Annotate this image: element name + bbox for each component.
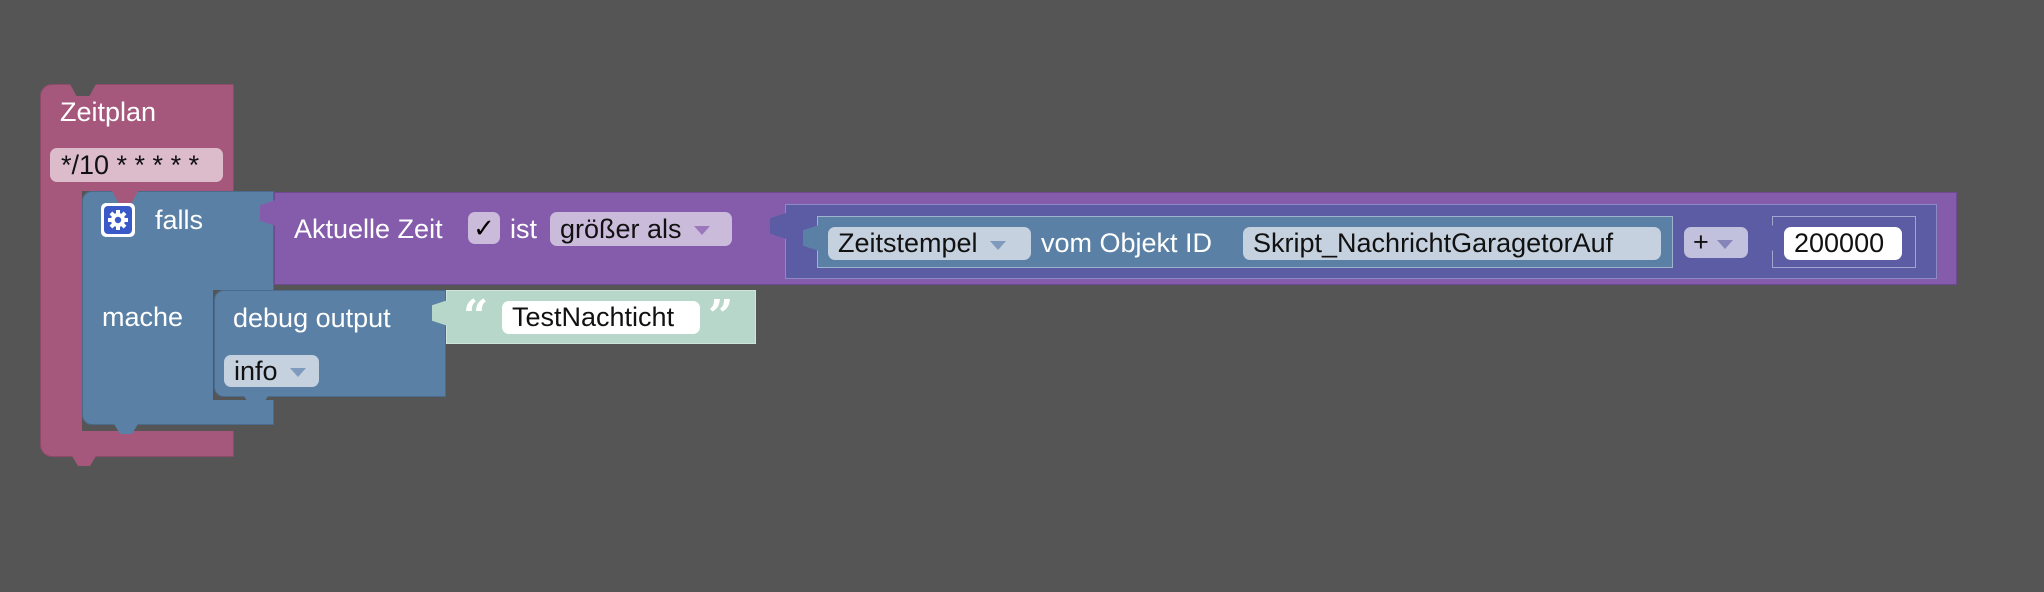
log-level-value: info — [234, 355, 278, 386]
chevron-down-icon — [989, 240, 1006, 250]
object-id-value: Skript_NachrichtGaragetorAuf — [1253, 228, 1614, 258]
gear-icon[interactable] — [101, 203, 135, 237]
text-field[interactable]: TestNachticht — [502, 301, 700, 334]
text-value: TestNachticht — [512, 302, 675, 332]
current-time-checkbox[interactable]: ✓ — [468, 212, 500, 244]
operator-dropdown[interactable]: größer als — [550, 212, 732, 246]
close-quote-icon: ” — [708, 291, 734, 342]
ist-label: ist — [510, 214, 537, 244]
schedule-title: Zeitplan — [60, 97, 157, 127]
mache-label: mache — [102, 302, 184, 332]
timestamp-value: Zeitstempel — [838, 228, 978, 258]
math-operator-dropdown[interactable]: + — [1684, 227, 1748, 258]
falls-label: falls — [155, 205, 204, 235]
check-icon: ✓ — [473, 213, 495, 243]
chevron-down-icon — [693, 226, 710, 235]
object-id-field[interactable]: Skript_NachrichtGaragetorAuf — [1243, 227, 1661, 260]
timestamp-dropdown[interactable]: Zeitstempel — [828, 227, 1031, 260]
chevron-down-icon — [289, 368, 306, 377]
log-level-dropdown[interactable]: info — [224, 355, 319, 387]
number-value: 200000 — [1794, 228, 1885, 258]
math-operator-value: + — [1693, 227, 1709, 257]
schedule-bottom-nub — [72, 456, 96, 466]
cron-value: */10 * * * * * — [61, 149, 200, 180]
debug-output-label: debug output — [233, 303, 391, 333]
chevron-down-icon — [1716, 239, 1733, 249]
number-field[interactable]: 200000 — [1784, 227, 1902, 260]
operator-value: größer als — [560, 213, 682, 244]
open-quote-icon: “ — [463, 291, 489, 342]
cron-field[interactable]: */10 * * * * * — [50, 148, 223, 182]
vom-objekt-label: vom Objekt ID — [1041, 228, 1213, 258]
aktuelle-zeit-label: Aktuelle Zeit — [294, 214, 443, 244]
